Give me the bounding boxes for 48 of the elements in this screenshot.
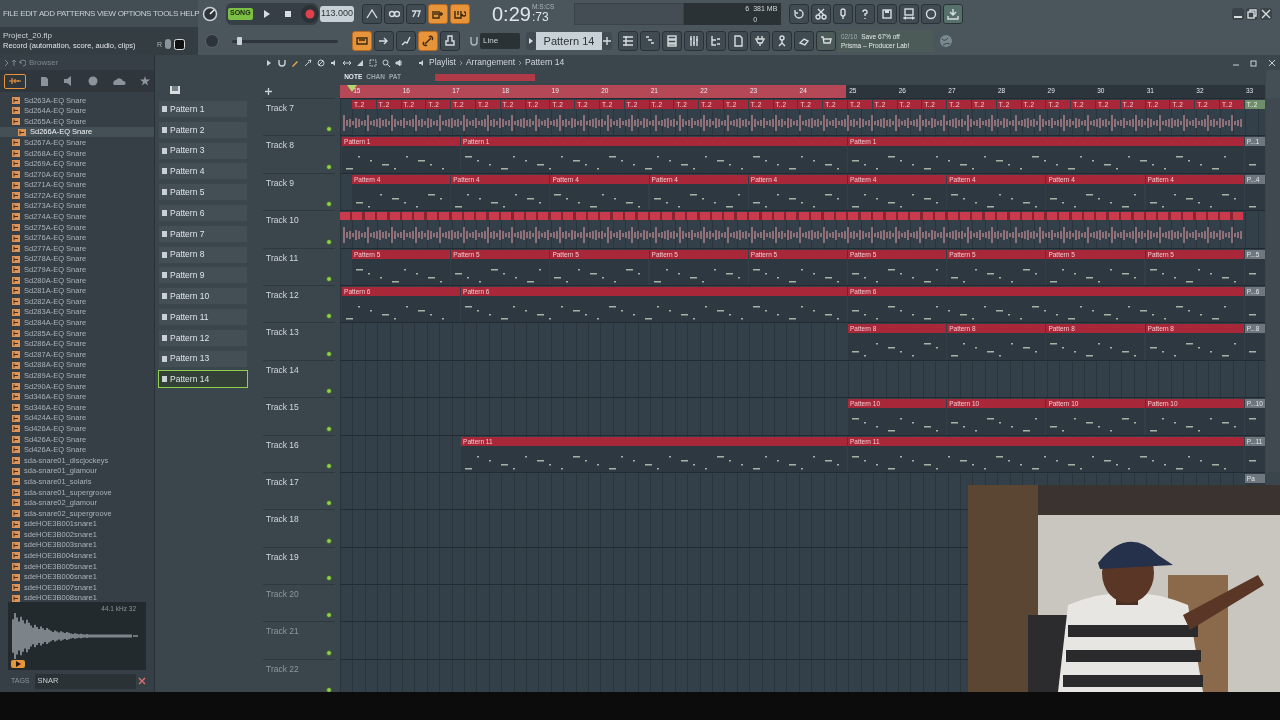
menu-item[interactable]: ADD	[38, 7, 55, 20]
pattern-item[interactable]: Pattern 7	[158, 224, 248, 243]
track-name[interactable]: Track 17	[266, 475, 299, 489]
track-name[interactable]: Track 12	[266, 288, 299, 302]
pattern-selector[interactable]: Pattern 14	[536, 32, 602, 50]
time-centiseconds: :73	[531, 10, 549, 23]
menu-item[interactable]: TOOLS	[153, 7, 178, 20]
tempo-field[interactable]: 113.000	[320, 5, 354, 22]
menu-item[interactable]: FILE	[3, 7, 19, 20]
menu-item[interactable]: OPTIONS	[117, 7, 151, 20]
track-name[interactable]: Track 18	[266, 513, 299, 527]
track-name[interactable]: Track 19	[266, 550, 299, 564]
project-name: Project_20.flp	[3, 31, 53, 41]
pattern-item[interactable]: Pattern 8	[158, 245, 248, 264]
breadcrumb-item[interactable]: Arrangement	[465, 56, 516, 69]
track-name[interactable]: Track 10	[266, 214, 299, 227]
pattern-item[interactable]: Pattern 5	[158, 183, 248, 202]
snap-dropdown[interactable]: Line	[480, 33, 520, 49]
track-name[interactable]: Track 16	[266, 438, 299, 452]
breadcrumb-item[interactable]: Pattern 14	[525, 56, 565, 69]
track-name[interactable]: Track 7	[266, 102, 295, 115]
track-name[interactable]: Track 14	[266, 363, 299, 377]
track-name[interactable]: Track 21	[266, 625, 299, 639]
menu-item[interactable]: VIEW	[96, 7, 116, 20]
pattern-item[interactable]: Pattern 4	[158, 162, 248, 181]
pattern-item[interactable]: Pattern 3	[158, 141, 248, 160]
breadcrumb-item[interactable]: Playlist	[429, 56, 456, 69]
menu-item[interactable]: HELP	[180, 7, 200, 20]
pattern-item[interactable]: Pattern 9	[158, 266, 248, 285]
time-display: 0:29	[492, 3, 531, 24]
pattern-item[interactable]: Pattern 13	[158, 349, 248, 368]
browser-title: Browser	[29, 56, 59, 69]
track-name[interactable]: Track 11	[266, 251, 299, 265]
pattern-item[interactable]: Pattern 1	[158, 100, 248, 118]
track-name[interactable]: Track 13	[266, 326, 299, 340]
pattern-item[interactable]: Pattern 12	[158, 328, 248, 347]
track-name[interactable]: Track 15	[266, 401, 299, 414]
pattern-item[interactable]: Pattern 10	[158, 287, 248, 306]
track-name[interactable]: Track 8	[266, 139, 295, 153]
pattern-item[interactable]: Pattern 11	[158, 307, 248, 326]
pattern-item[interactable]: Pattern 14	[158, 370, 248, 389]
menu-item[interactable]: EDIT	[20, 7, 37, 20]
track-name[interactable]: Track 9	[266, 176, 295, 190]
track-name[interactable]: Track 20	[266, 588, 299, 601]
pattern-item[interactable]: Pattern 6	[158, 204, 248, 222]
pattern-item[interactable]: Pattern 2	[158, 120, 248, 139]
track-name[interactable]: Track 22	[266, 662, 299, 676]
menu-item[interactable]: PATTERNS	[56, 7, 95, 20]
